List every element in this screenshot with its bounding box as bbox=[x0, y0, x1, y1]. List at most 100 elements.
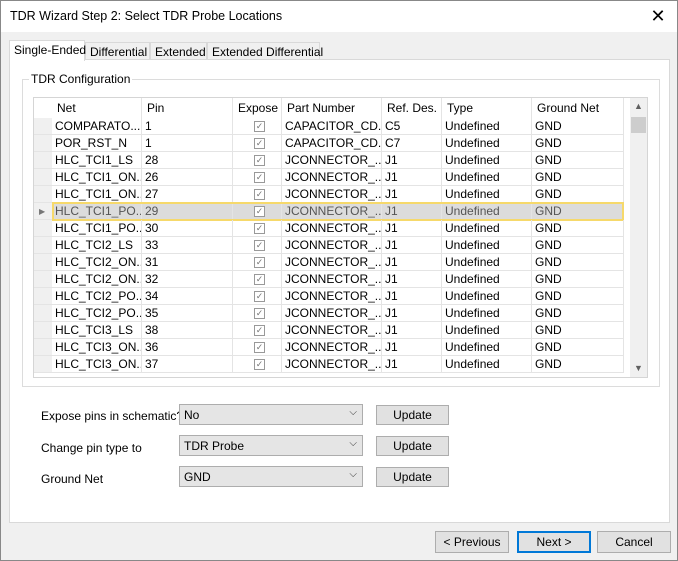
table-row[interactable]: HLC_TCI1_LS 28 ✓ JCONNECTOR_... J1 Undefined G… bbox=[34, 152, 630, 169]
vertical-scrollbar[interactable]: ▲ ▼ bbox=[630, 98, 647, 377]
table-row[interactable]: ▶ HLC_TCI1_PO... 29 ✓ JCONNECTOR_... J1 Undefi… bbox=[34, 202, 630, 221]
cell-part-number[interactable]: JCONNECTOR_... bbox=[282, 322, 382, 339]
cell-ground-net[interactable]: GND bbox=[532, 186, 624, 203]
cell-part-number[interactable]: JCONNECTOR_... bbox=[282, 288, 382, 305]
cell-type[interactable]: Undefined bbox=[442, 237, 532, 254]
cell-type[interactable]: Undefined bbox=[442, 118, 532, 135]
expose-checkbox[interactable]: ✓ bbox=[233, 322, 282, 339]
column-header[interactable]: Ref. Des. bbox=[382, 98, 442, 118]
cell-type[interactable]: Undefined bbox=[442, 254, 532, 271]
cell-ground-net[interactable]: GND bbox=[532, 322, 624, 339]
checkbox-icon[interactable]: ✓ bbox=[254, 257, 265, 269]
expose-checkbox[interactable]: ✓ bbox=[233, 254, 282, 271]
cell-type[interactable]: Undefined bbox=[442, 322, 532, 339]
column-header[interactable]: Expose bbox=[233, 98, 282, 118]
cell-pin[interactable]: 37 bbox=[142, 356, 233, 373]
next-button[interactable]: Next > bbox=[517, 531, 591, 553]
row-header[interactable] bbox=[34, 288, 52, 305]
expose-checkbox[interactable]: ✓ bbox=[233, 339, 282, 356]
cell-ground-net[interactable]: GND bbox=[532, 339, 624, 356]
cell-ground-net[interactable]: GND bbox=[532, 169, 624, 186]
cell-ground-net[interactable]: GND bbox=[532, 220, 624, 237]
row-header[interactable] bbox=[34, 356, 52, 373]
close-icon[interactable]: ✕ bbox=[647, 5, 669, 27]
row-header[interactable] bbox=[34, 220, 52, 237]
table-row[interactable]: HLC_TCI1_PO... 30 ✓ JCONNECTOR_... J1 Undefin… bbox=[34, 220, 630, 237]
expose-pins-select[interactable]: No ⌵ bbox=[179, 404, 363, 425]
cell-part-number[interactable]: CAPACITOR_CD... bbox=[282, 135, 382, 152]
cell-ref-des[interactable]: J1 bbox=[382, 322, 442, 339]
tab-extended[interactable]: Extended bbox=[150, 42, 207, 60]
cell-pin[interactable]: 26 bbox=[142, 169, 233, 186]
cell-type[interactable]: Undefined bbox=[442, 271, 532, 288]
checkbox-icon[interactable]: ✓ bbox=[254, 291, 265, 303]
cell-ground-net[interactable]: GND bbox=[532, 305, 624, 322]
cell-net[interactable]: HLC_TCI2_PO... bbox=[52, 305, 142, 322]
cell-ground-net[interactable]: GND bbox=[532, 152, 624, 169]
cell-ground-net[interactable]: GND bbox=[532, 118, 624, 135]
row-header[interactable] bbox=[34, 135, 52, 152]
cell-part-number[interactable]: JCONNECTOR_... bbox=[282, 237, 382, 254]
row-header[interactable] bbox=[34, 322, 52, 339]
checkbox-icon[interactable]: ✓ bbox=[254, 342, 265, 354]
row-header[interactable] bbox=[34, 152, 52, 169]
cell-ref-des[interactable]: C5 bbox=[382, 118, 442, 135]
cell-type[interactable]: Undefined bbox=[442, 220, 532, 237]
expose-checkbox[interactable]: ✓ bbox=[233, 305, 282, 322]
expose-checkbox[interactable]: ✓ bbox=[233, 203, 282, 220]
cell-ground-net[interactable]: GND bbox=[532, 203, 624, 220]
cell-part-number[interactable]: JCONNECTOR_... bbox=[282, 186, 382, 203]
checkbox-icon[interactable]: ✓ bbox=[254, 359, 265, 371]
checkbox-icon[interactable]: ✓ bbox=[254, 274, 265, 286]
cell-net[interactable]: HLC_TCI3_ON... bbox=[52, 356, 142, 373]
checkbox-icon[interactable]: ✓ bbox=[254, 172, 265, 184]
cell-pin[interactable]: 35 bbox=[142, 305, 233, 322]
cell-type[interactable]: Undefined bbox=[442, 203, 532, 220]
cell-ground-net[interactable]: GND bbox=[532, 271, 624, 288]
ground-net-select[interactable]: GND ⌵ bbox=[179, 466, 363, 487]
cell-net[interactable]: HLC_TCI1_PO... bbox=[52, 203, 142, 220]
cell-type[interactable]: Undefined bbox=[442, 305, 532, 322]
checkbox-icon[interactable]: ✓ bbox=[254, 121, 265, 133]
cell-net[interactable]: COMPARATO... bbox=[52, 118, 142, 135]
tab-extended-differential[interactable]: Extended Differential bbox=[207, 42, 323, 60]
cell-pin[interactable]: 1 bbox=[142, 135, 233, 152]
cell-pin[interactable]: 38 bbox=[142, 322, 233, 339]
update-ground-net-button[interactable]: Update bbox=[376, 467, 449, 487]
cell-type[interactable]: Undefined bbox=[442, 169, 532, 186]
update-expose-button[interactable]: Update bbox=[376, 405, 449, 425]
cell-ref-des[interactable]: J1 bbox=[382, 220, 442, 237]
expose-checkbox[interactable]: ✓ bbox=[233, 288, 282, 305]
cell-pin[interactable]: 33 bbox=[142, 237, 233, 254]
cell-part-number[interactable]: JCONNECTOR_... bbox=[282, 339, 382, 356]
table-row[interactable]: HLC_TCI2_PO... 34 ✓ JCONNECTOR_... J1 Undefin… bbox=[34, 288, 630, 305]
expose-checkbox[interactable]: ✓ bbox=[233, 220, 282, 237]
row-header[interactable] bbox=[34, 186, 52, 203]
checkbox-icon[interactable]: ✓ bbox=[254, 155, 265, 167]
scroll-thumb[interactable] bbox=[631, 117, 646, 133]
cell-net[interactable]: HLC_TCI2_LS bbox=[52, 237, 142, 254]
cell-net[interactable]: POR_RST_N bbox=[52, 135, 142, 152]
table-row[interactable]: HLC_TCI3_ON... 36 ✓ JCONNECTOR_... J1 Undefin… bbox=[34, 339, 630, 356]
column-header[interactable]: Pin bbox=[142, 98, 233, 118]
cell-ref-des[interactable]: J1 bbox=[382, 152, 442, 169]
cell-part-number[interactable]: JCONNECTOR_... bbox=[282, 305, 382, 322]
cell-part-number[interactable]: CAPACITOR_CD... bbox=[282, 118, 382, 135]
expose-checkbox[interactable]: ✓ bbox=[233, 237, 282, 254]
cell-type[interactable]: Undefined bbox=[442, 339, 532, 356]
checkbox-icon[interactable]: ✓ bbox=[254, 223, 265, 235]
cell-net[interactable]: HLC_TCI3_LS bbox=[52, 322, 142, 339]
cell-net[interactable]: HLC_TCI3_ON... bbox=[52, 339, 142, 356]
row-header[interactable] bbox=[34, 237, 52, 254]
cell-ground-net[interactable]: GND bbox=[532, 288, 624, 305]
cell-net[interactable]: HLC_TCI2_PO... bbox=[52, 288, 142, 305]
expose-checkbox[interactable]: ✓ bbox=[233, 152, 282, 169]
cell-ref-des[interactable]: J1 bbox=[382, 203, 442, 220]
expose-checkbox[interactable]: ✓ bbox=[233, 271, 282, 288]
table-row[interactable]: HLC_TCI2_PO... 35 ✓ JCONNECTOR_... J1 Undefin… bbox=[34, 305, 630, 322]
cell-pin[interactable]: 32 bbox=[142, 271, 233, 288]
table-row[interactable]: POR_RST_N 1 ✓ CAPACITOR_CD... C7 Undefined GND bbox=[34, 135, 630, 152]
cell-type[interactable]: Undefined bbox=[442, 152, 532, 169]
table-row[interactable]: HLC_TCI3_ON... 37 ✓ JCONNECTOR_... J1 Undefin… bbox=[34, 356, 630, 373]
cell-pin[interactable]: 31 bbox=[142, 254, 233, 271]
